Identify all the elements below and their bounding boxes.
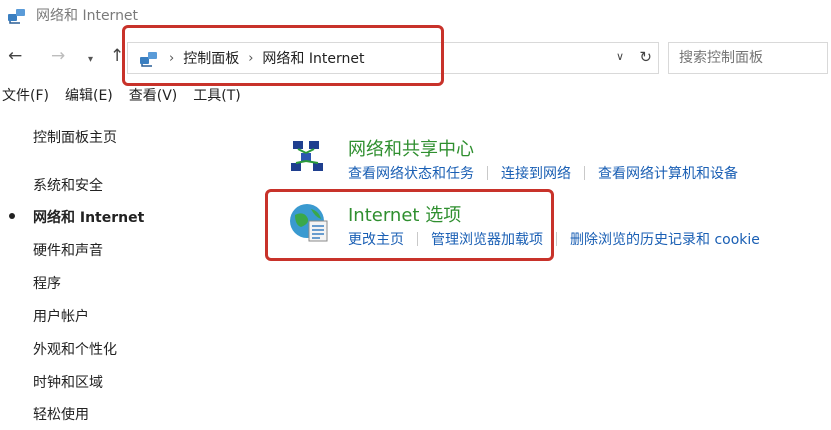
section-links: 查看网络状态和任务 连接到网络 查看网络计算机和设备: [348, 163, 738, 183]
link-divider: [487, 166, 488, 180]
menu-file[interactable]: 文件(F): [0, 86, 49, 108]
sidebar-item-clock-region[interactable]: 时钟和区域: [33, 372, 103, 392]
breadcrumb: › 控制面板 › 网络和 Internet: [138, 43, 364, 73]
link-view-network-computers[interactable]: 查看网络计算机和设备: [598, 163, 738, 183]
sidebar-item-user-accounts[interactable]: 用户帐户: [33, 306, 89, 326]
link-connect-network[interactable]: 连接到网络: [501, 163, 571, 183]
breadcrumb-control-panel[interactable]: 控制面板: [183, 48, 239, 68]
link-delete-history-cookies[interactable]: 删除浏览的历史记录和 cookie: [570, 229, 760, 249]
refresh-icon[interactable]: ↻: [639, 48, 652, 66]
section-heading-internet-options[interactable]: Internet 选项: [348, 201, 461, 227]
sidebar-item-ease-of-access[interactable]: 轻松使用: [33, 404, 89, 424]
search-box[interactable]: [668, 42, 828, 74]
back-button[interactable]: ←: [8, 46, 22, 66]
address-dropdown-icon[interactable]: ∨: [616, 50, 624, 63]
window-title: 网络和 Internet: [36, 8, 139, 24]
menu-bar: 文件(F) 编辑(E) 查看(V) 工具(T): [0, 86, 255, 108]
title-bar: 网络和 Internet: [0, 0, 831, 30]
link-view-network-status[interactable]: 查看网络状态和任务: [348, 163, 474, 183]
sidebar-item-programs[interactable]: 程序: [33, 273, 61, 293]
sidebar-home-link[interactable]: 控制面板主页: [33, 127, 117, 147]
menu-edit[interactable]: 编辑(E): [63, 86, 113, 108]
sidebar-item-hardware-sound[interactable]: 硬件和声音: [33, 240, 103, 260]
network-sharing-center-icon: [291, 141, 323, 171]
link-divider: [556, 232, 557, 246]
recent-locations-button[interactable]: ▾: [88, 50, 93, 70]
network-icon: [140, 52, 157, 67]
menu-tools[interactable]: 工具(T): [191, 86, 240, 108]
internet-options-icon: [290, 204, 328, 242]
up-button[interactable]: ↑: [110, 46, 124, 66]
sidebar-item-network-internet[interactable]: 网络和 Internet: [33, 207, 144, 227]
link-divider: [584, 166, 585, 180]
sidebar-item-appearance[interactable]: 外观和个性化: [33, 339, 117, 359]
address-bar[interactable]: › 控制面板 › 网络和 Internet ∨ ↻: [127, 42, 659, 74]
link-manage-addons[interactable]: 管理浏览器加载项: [431, 229, 543, 249]
link-change-homepage[interactable]: 更改主页: [348, 229, 404, 249]
active-bullet-icon: [9, 213, 15, 219]
address-row: ← → ▾ ↑ › 控制面板 › 网络和 Internet ∨ ↻: [0, 38, 831, 78]
menu-view[interactable]: 查看(V): [127, 86, 178, 108]
breadcrumb-separator: ›: [169, 50, 175, 66]
breadcrumb-separator: ›: [248, 50, 254, 66]
breadcrumb-network-internet[interactable]: 网络和 Internet: [262, 48, 364, 68]
link-divider: [417, 232, 418, 246]
section-heading-network-sharing[interactable]: 网络和共享中心: [348, 135, 474, 161]
sidebar-item-system-security[interactable]: 系统和安全: [33, 175, 103, 195]
search-input[interactable]: [669, 43, 819, 73]
network-icon: [8, 9, 25, 24]
forward-button[interactable]: →: [51, 46, 65, 66]
section-links: 更改主页 管理浏览器加载项 删除浏览的历史记录和 cookie: [348, 229, 760, 249]
